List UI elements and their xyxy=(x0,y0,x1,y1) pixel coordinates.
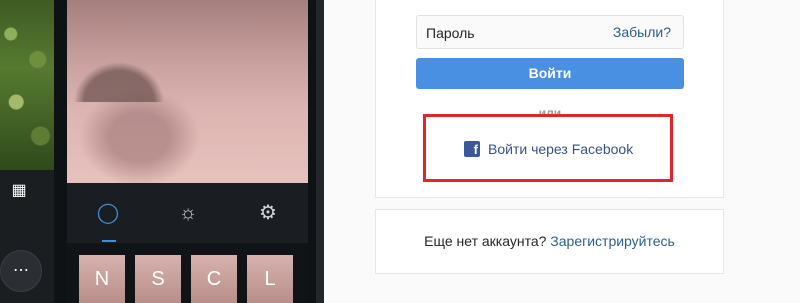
filter-thumb: C xyxy=(191,255,237,303)
phone-filter-strip: N S C L xyxy=(67,243,308,303)
forest-photo xyxy=(0,0,54,170)
signup-link[interactable]: Зарегистрируйтесь xyxy=(550,233,675,249)
phone-left-panel: ▦ ⋯ xyxy=(0,0,54,303)
tool-underline xyxy=(102,240,116,242)
forgot-password-link[interactable]: Забыли? xyxy=(613,24,671,40)
brightness-icon: ☼ xyxy=(178,202,198,224)
login-button[interactable]: Войти xyxy=(416,58,684,89)
adjust-icon: ◯ xyxy=(96,202,120,224)
password-field[interactable]: Пароль Забыли? xyxy=(416,15,684,49)
tune-icon: ⚙ xyxy=(259,202,277,224)
signup-prompt: Еще нет аккаунта? xyxy=(424,233,547,249)
phone-edge xyxy=(316,0,324,303)
phone-tool-bar: ◯ ☼ ⚙ xyxy=(67,183,308,243)
facebook-login-link[interactable]: f Войти через Facebook xyxy=(464,139,633,159)
photo-mountain xyxy=(74,62,164,102)
filter-thumb: N xyxy=(79,255,125,303)
facebook-icon: f xyxy=(464,141,480,157)
apps-icon: ⋯ xyxy=(0,250,42,292)
signup-line: Еще нет аккаунта? Зарегистрируйтесь xyxy=(375,233,724,249)
filter-thumb: S xyxy=(135,255,181,303)
grid-icon: ▦ xyxy=(11,182,27,199)
password-placeholder: Пароль xyxy=(426,25,475,41)
facebook-login-label: Войти через Facebook xyxy=(488,141,634,157)
filter-thumb: L xyxy=(247,255,293,303)
